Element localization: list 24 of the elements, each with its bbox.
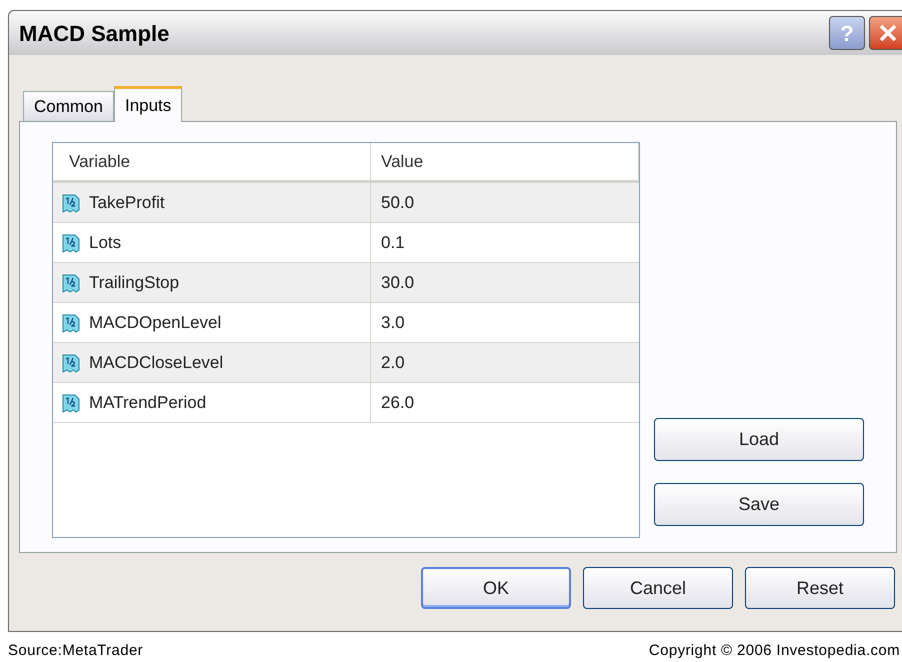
table-cell-text: TakeProfit	[89, 192, 165, 214]
dialog-button[interactable]: OK	[421, 567, 571, 609]
source-caption: Source:MetaTrader	[8, 640, 144, 660]
column-header[interactable]: Variable	[53, 143, 371, 180]
table-cell-text: 2.0	[381, 352, 405, 374]
table-cell-text: TrailingStop	[89, 272, 180, 294]
tab[interactable]: Common	[23, 91, 114, 121]
table-cell-text: MATrendPeriod	[89, 392, 206, 414]
table-cell-text: 0.1	[381, 232, 405, 254]
tab[interactable]: Inputs	[114, 86, 182, 122]
table-cell-text: MACDCloseLevel	[89, 352, 224, 374]
table-cell-text: MACDOpenLevel	[89, 312, 222, 334]
side-button[interactable]: Load	[654, 418, 864, 461]
table-cell-text: 3.0	[381, 312, 405, 334]
window-title: MACD Sample	[19, 20, 170, 48]
dialog-button[interactable]: Cancel	[583, 567, 733, 609]
table-cell-text: 26.0	[381, 392, 414, 414]
dialog-button[interactable]: Reset	[745, 567, 895, 609]
table-cell-text: 50.0	[381, 192, 414, 214]
table-cell-text: Lots	[89, 232, 122, 254]
copyright-caption: Copyright © 2006 Investopedia.com	[648, 640, 900, 660]
table-cell-text: 30.0	[381, 272, 414, 294]
side-button[interactable]: Save	[654, 483, 864, 526]
column-header[interactable]: Value	[371, 143, 639, 180]
